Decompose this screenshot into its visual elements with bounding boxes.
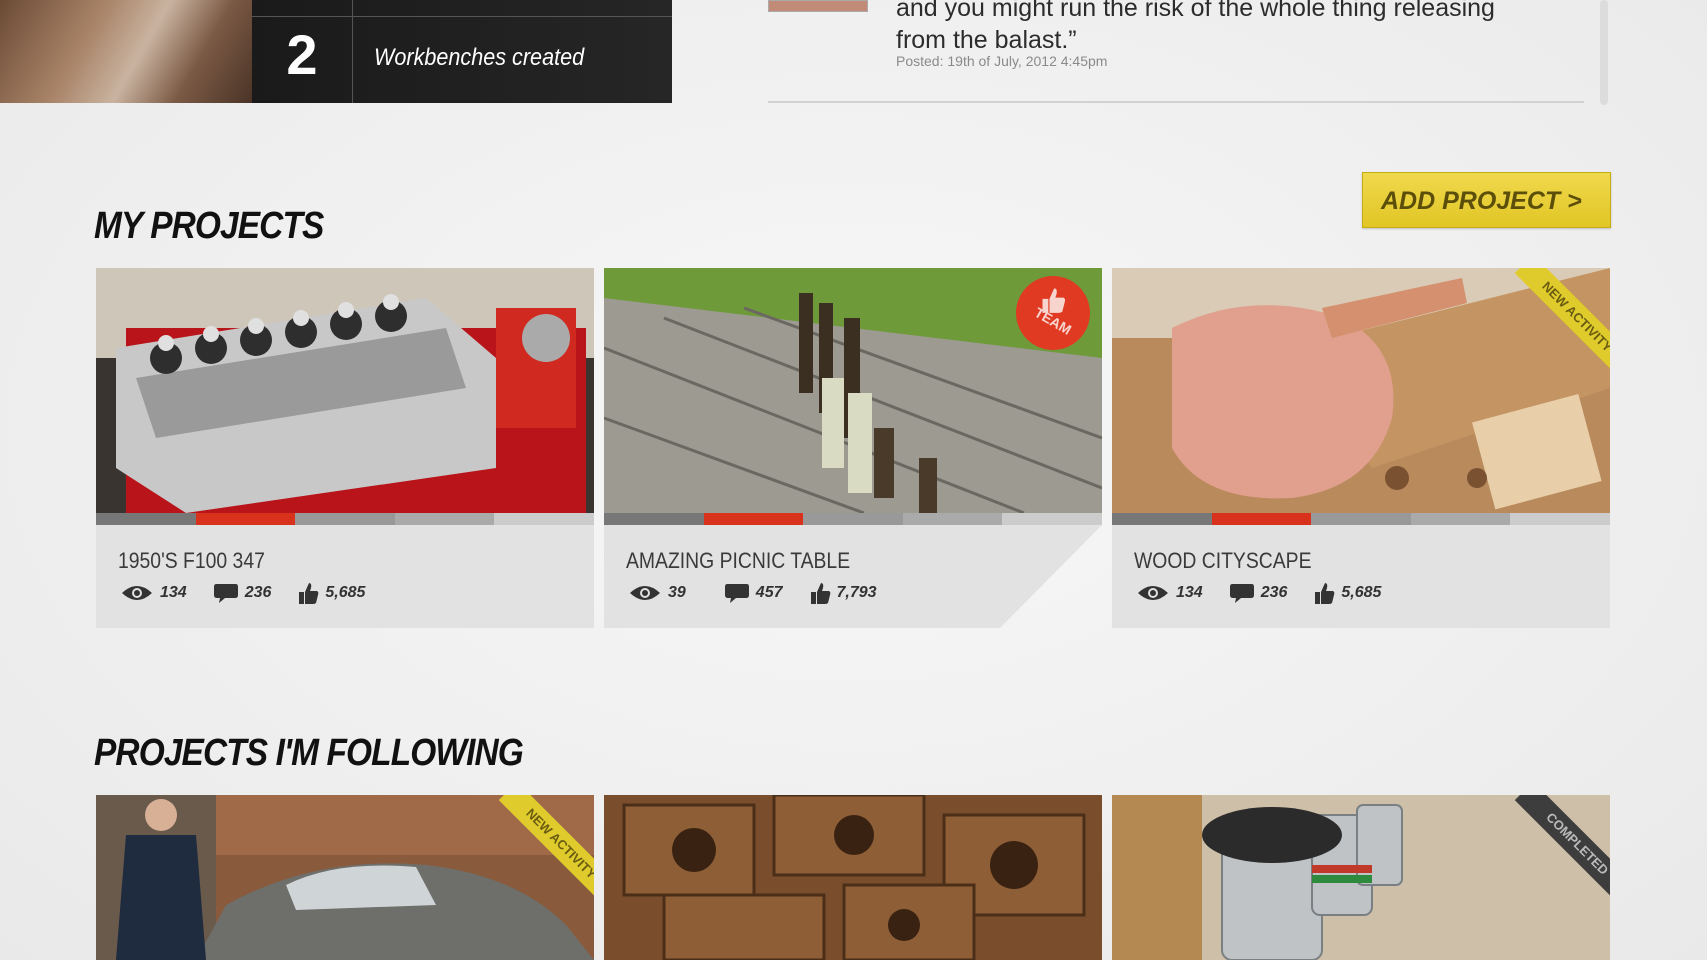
like-count: 5,685 [1341, 584, 1382, 601]
add-project-button[interactable]: ADD PROJECT > [1362, 172, 1611, 228]
my-projects-heading: MY PROJECTS [94, 205, 324, 247]
thumbs-up-icon [299, 583, 319, 604]
project-title[interactable]: 1950'S F100 347 [118, 548, 265, 574]
workbench-photo [0, 0, 252, 103]
stats-divider [352, 0, 353, 103]
project-progress-bar [604, 513, 1102, 525]
commenter-avatar[interactable] [768, 0, 868, 12]
like-count: 5,685 [325, 584, 366, 601]
project-photo-engine [96, 268, 594, 513]
eye-icon [630, 586, 660, 600]
project-card[interactable]: 1950'S F100 347 134 236 5,685 [96, 268, 594, 628]
followed-project-card[interactable]: NEW ACTIVITY [96, 795, 594, 960]
comment-text: and you might run the risk of the whole … [896, 0, 1495, 54]
workbench-count-label: Workbenches created [374, 44, 585, 71]
followed-project-card[interactable] [604, 795, 1102, 960]
project-photo-woodwork: NEW ACTIVITY [1112, 268, 1610, 513]
comment-bubble-icon [213, 584, 238, 603]
project-title[interactable]: AMAZING PICNIC TABLE [626, 548, 850, 574]
project-stats: 134 236 5,685 [1136, 581, 1407, 605]
project-photo-picnic-table: TEAM [604, 268, 1102, 513]
following-heading: PROJECTS I'M FOLLOWING [94, 732, 524, 774]
comment-timestamp: Posted: 19th of July, 2012 4:45pm [896, 53, 1108, 69]
comment-bubble-icon [724, 584, 749, 603]
eye-icon [1138, 586, 1168, 600]
comment-bubble-icon [1229, 584, 1254, 603]
project-photo-speaker-boxes [604, 795, 1102, 960]
project-card[interactable]: NEW ACTIVITY WOOD CITYSCAPE 134 236 5,68… [1112, 268, 1610, 628]
view-count: 134 [1176, 584, 1203, 601]
comments-scrollbar[interactable] [1600, 0, 1608, 105]
view-count: 39 [668, 584, 686, 601]
project-progress-bar [96, 513, 594, 525]
project-stats: 39 457 7,793 [628, 581, 903, 605]
team-badge: TEAM [1016, 276, 1090, 350]
project-progress-bar [1112, 513, 1610, 525]
stats-divider [252, 16, 672, 17]
comment-count: 457 [755, 584, 783, 601]
like-count: 7,793 [836, 584, 877, 601]
project-title[interactable]: WOOD CITYSCAPE [1134, 548, 1311, 574]
thumbs-up-icon [1315, 583, 1335, 604]
followed-project-card[interactable]: COMPLETED [1112, 795, 1610, 960]
eye-icon [122, 586, 152, 600]
thumbs-up-icon [810, 583, 830, 604]
comment-count: 236 [1260, 584, 1288, 601]
comment-count: 236 [244, 584, 272, 601]
comment-divider [768, 101, 1584, 103]
project-card[interactable]: TEAM AMAZING PICNIC TABLE 39 457 7,793 [604, 268, 1102, 628]
view-count: 134 [160, 584, 187, 601]
workbench-count: 2 [286, 23, 318, 86]
workbench-stats-box: 2 Workbenches created [252, 0, 672, 103]
project-stats: 134 236 5,685 [120, 581, 391, 605]
